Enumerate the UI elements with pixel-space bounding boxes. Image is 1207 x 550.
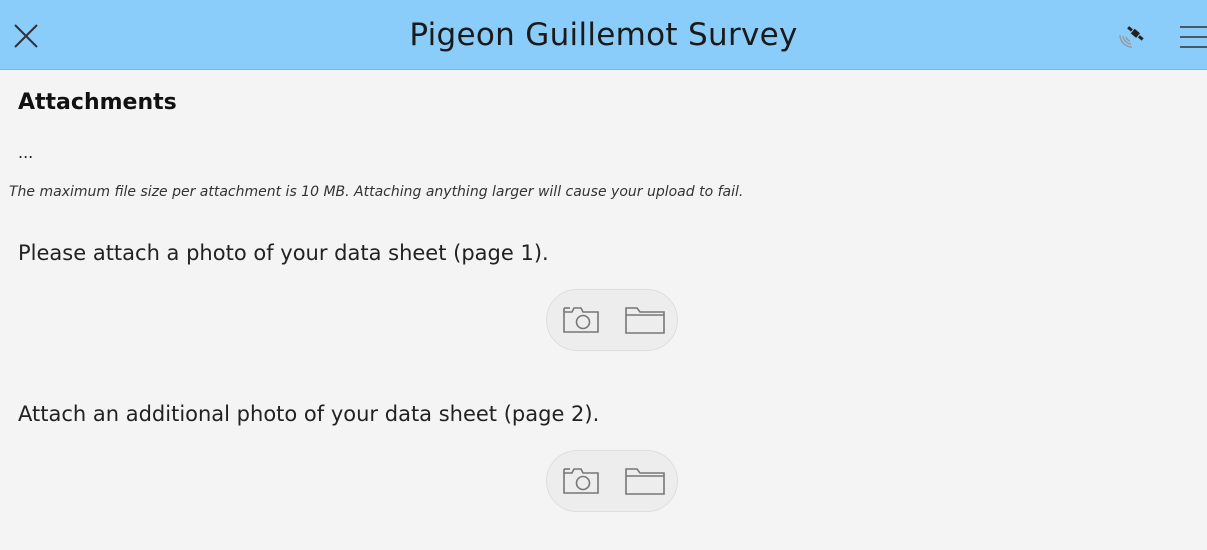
folder-icon <box>625 307 665 334</box>
hamburger-menu-icon <box>1180 26 1207 48</box>
section-title: Attachments <box>18 90 177 115</box>
question-label-page1: Please attach a photo of your data sheet… <box>18 241 549 265</box>
camera-icon <box>563 468 599 494</box>
section-ellipsis: ... <box>18 143 34 162</box>
app-header: Pigeon Guillemot Survey <box>0 0 1207 70</box>
survey-title: Pigeon Guillemot Survey <box>409 17 798 53</box>
gps-button[interactable] <box>1117 23 1147 51</box>
folder-icon <box>625 468 665 495</box>
satellite-icon <box>1119 26 1144 48</box>
folder-button[interactable] <box>623 304 667 336</box>
question-label-page2: Attach an additional photo of your data … <box>18 402 600 426</box>
attachment-buttons-page2 <box>546 450 678 512</box>
folder-button[interactable] <box>623 465 667 497</box>
camera-icon <box>563 307 599 333</box>
file-size-hint: The maximum file size per attachment is … <box>9 184 744 200</box>
menu-button[interactable] <box>1176 24 1207 50</box>
attachment-buttons-page1 <box>546 289 678 351</box>
camera-button[interactable] <box>561 304 603 336</box>
camera-button[interactable] <box>561 465 603 497</box>
